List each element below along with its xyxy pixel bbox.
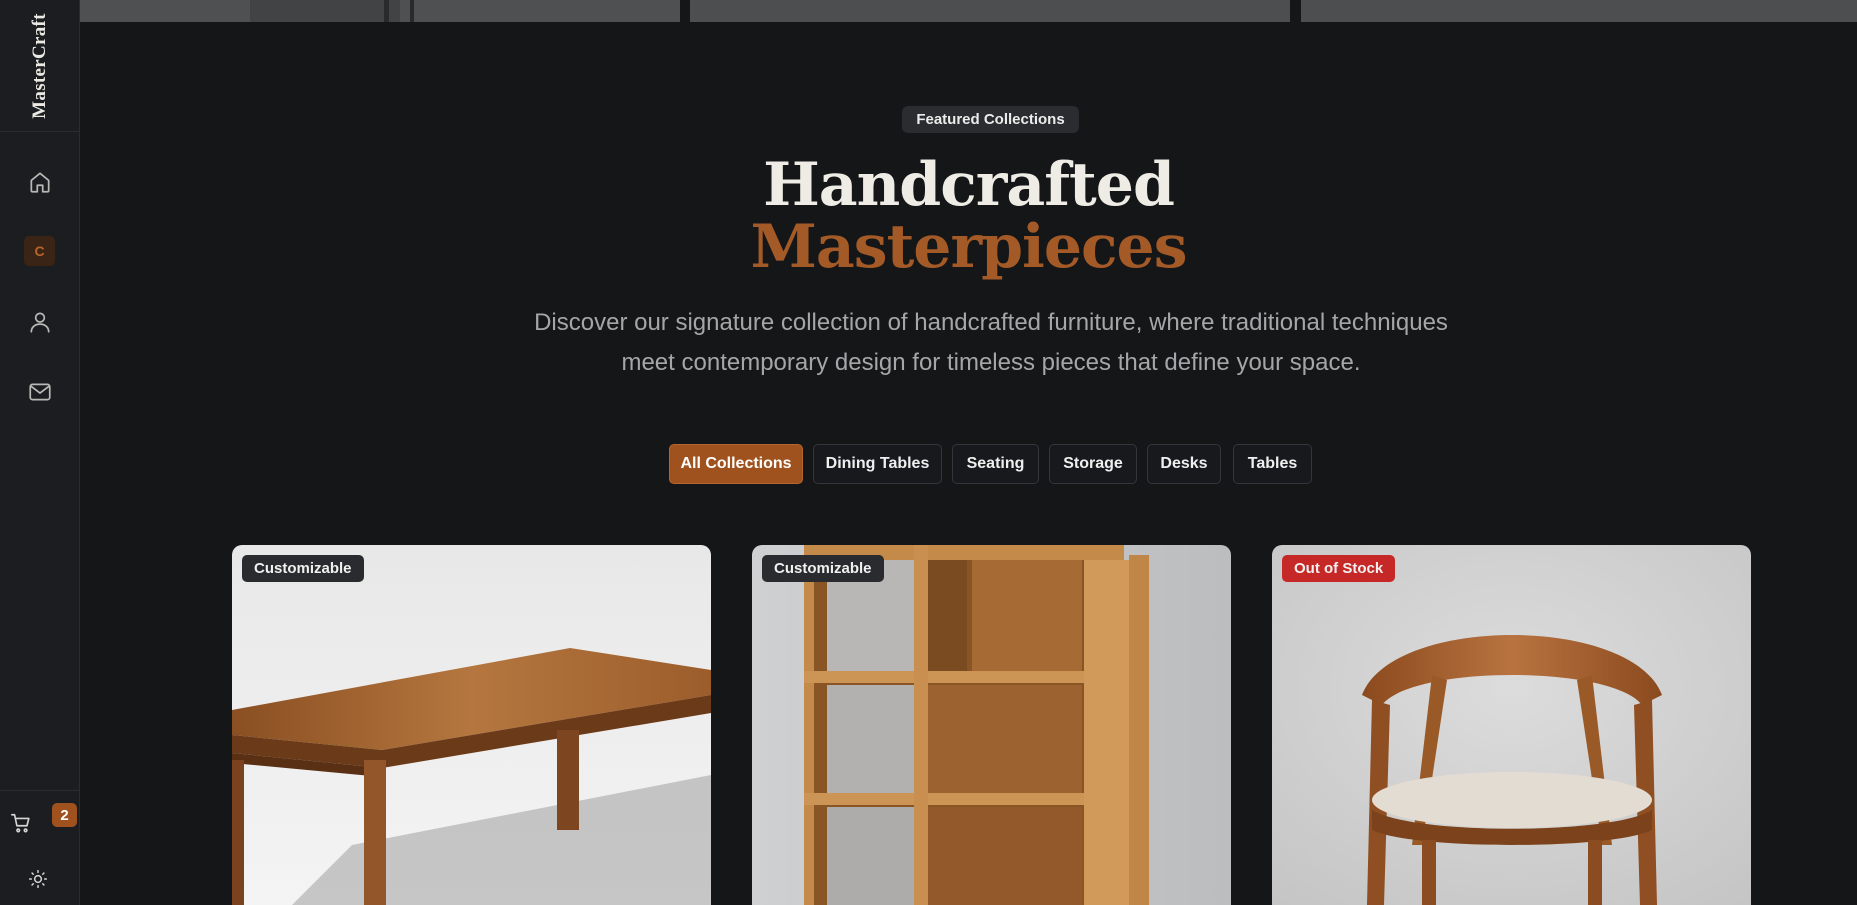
product-card[interactable]: Customizable xyxy=(752,545,1231,905)
product-card[interactable]: Customizable xyxy=(232,545,711,905)
gallery-image[interactable] xyxy=(690,0,1290,22)
nav-home[interactable] xyxy=(24,166,56,198)
sun-icon xyxy=(28,869,48,889)
nav-collections[interactable]: C xyxy=(24,236,55,266)
product-image-dining-table xyxy=(232,545,711,905)
user-icon xyxy=(30,312,50,333)
filter-tables[interactable]: Tables xyxy=(1233,444,1312,484)
home-icon xyxy=(30,172,50,193)
product-image-bookshelf xyxy=(752,545,1231,905)
brand-name: MasterCraft xyxy=(29,12,51,119)
filter-desks[interactable]: Desks xyxy=(1147,444,1221,484)
gallery-image[interactable] xyxy=(80,0,680,22)
brand-logo[interactable]: MasterCraft xyxy=(0,0,80,132)
gallery-image-art xyxy=(80,0,680,22)
product-badge-out-of-stock: Out of Stock xyxy=(1282,555,1396,582)
product-card[interactable]: Out of Stock xyxy=(1272,545,1751,905)
product-badge: Customizable xyxy=(242,555,364,582)
nav-account[interactable] xyxy=(24,306,56,338)
product-image-armchair xyxy=(1272,545,1751,905)
product-badge: Customizable xyxy=(762,555,884,582)
filter-all-collections[interactable]: All Collections xyxy=(669,444,803,484)
filter-storage[interactable]: Storage xyxy=(1049,444,1137,484)
nav-collections-label: C xyxy=(34,243,45,259)
cart-button[interactable] xyxy=(10,812,36,838)
sidebar: MasterCraft C 2 xyxy=(0,0,80,905)
cart-count-badge: 2 xyxy=(52,803,77,827)
cart-icon xyxy=(11,813,30,833)
gallery-image[interactable] xyxy=(1301,0,1857,22)
section-subtitle: Discover our signature collection of han… xyxy=(534,309,1448,376)
theme-toggle[interactable] xyxy=(28,869,50,891)
nav-contact[interactable] xyxy=(24,376,56,408)
section-eyebrow: Featured Collections xyxy=(902,106,1079,133)
filter-dining-tables[interactable]: Dining Tables xyxy=(813,444,942,484)
section-title-accent: Masterpieces xyxy=(750,212,1188,282)
section-title: Handcrafted xyxy=(763,150,1175,220)
filter-seating[interactable]: Seating xyxy=(952,444,1039,484)
mail-icon xyxy=(29,383,51,401)
